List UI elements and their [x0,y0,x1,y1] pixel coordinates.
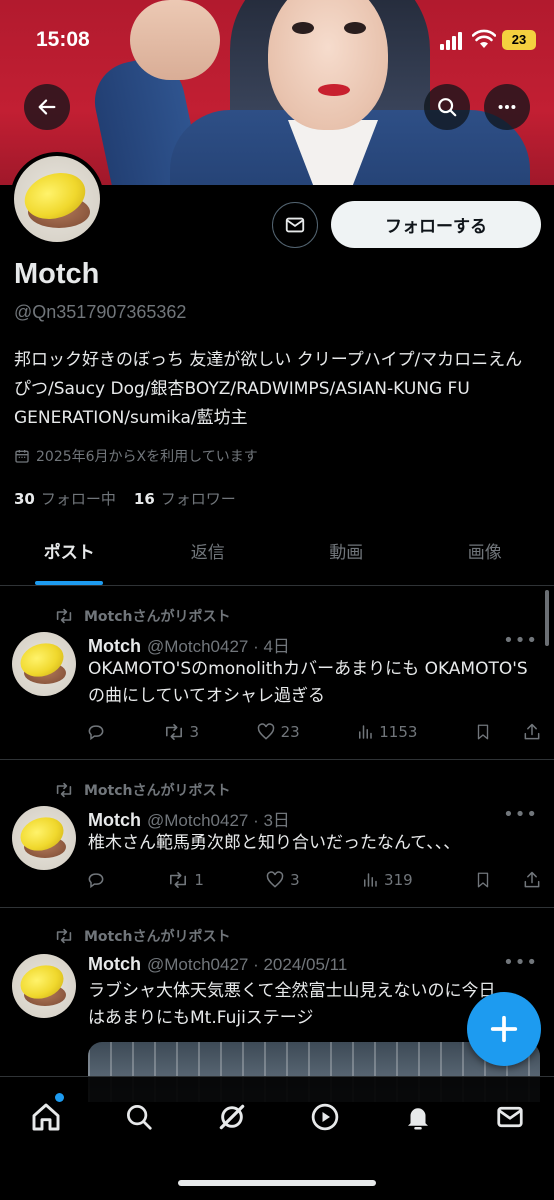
followers-link[interactable]: 16 フォロワー [134,488,236,509]
like-count: 23 [280,723,300,741]
nav-messages[interactable] [490,1097,530,1137]
tab-videos[interactable]: 動画 [277,526,416,585]
reply-button[interactable] [86,722,106,742]
profile-display-name: Motch [14,258,100,290]
home-icon [32,1103,60,1131]
profile-avatar[interactable] [10,152,104,246]
nav-home[interactable] [26,1097,66,1137]
profile-tabs: ポスト 返信 動画 画像 [0,526,554,586]
envelope-icon [497,1106,523,1128]
post-meta: @Motch0427 · 4日 [147,637,290,656]
heart-icon [257,723,274,740]
tab-images[interactable]: 画像 [416,526,554,585]
post-author-name[interactable]: Motch [88,810,141,831]
view-count: 1153 [379,723,418,741]
joined-text: 2025年6月からXを利用しています [36,449,258,465]
repost-icon [56,782,72,798]
battery-indicator: 23 [502,30,536,50]
like-button[interactable]: 23 [256,722,300,742]
repost-icon [56,608,72,624]
joined-date: 2025年6月からXを利用しています [14,446,258,466]
post-more-button[interactable]: ••• [503,804,538,825]
repost-icon [170,871,187,889]
bookmark-icon[interactable] [474,870,492,890]
repost-button[interactable]: 3 [163,723,200,741]
like-count: 3 [290,871,300,889]
status-bar: 15:08 23 [0,0,554,80]
post-header: Motch @Motch0427 · 3日 [88,806,290,831]
nav-search[interactable] [119,1097,159,1137]
share-icon[interactable] [522,870,542,890]
tab-posts[interactable]: ポスト [0,526,139,585]
arrow-left-icon [38,99,56,115]
avatar[interactable] [12,806,76,870]
avatar[interactable] [12,632,76,696]
following-link[interactable]: 30 フォロー中 [14,488,116,509]
tab-replies[interactable]: 返信 [139,526,278,585]
post-text: 椎木さん範馬勇次郎と知り合いだったなんて、、、 [88,833,461,853]
status-time: 15:08 [36,28,90,51]
compose-button[interactable] [467,992,541,1066]
repost-count: 3 [189,723,200,741]
post-item[interactable]: Motchさんがリポスト Motch @Motch0427 · 3日 ••• 椎… [0,760,554,908]
post-actions: 1 3 319 [86,870,542,890]
bar-chart-icon [359,725,372,739]
repost-button[interactable]: 1 [167,871,204,889]
post-more-button[interactable]: ••• [503,952,538,973]
reply-button[interactable] [86,870,106,890]
home-indicator [178,1180,376,1186]
profile-bio: 邦ロック好きのぼっち 友達が欲しい クリープハイプ/マカロニえんぴつ/Saucy… [14,350,523,428]
post-meta: @Motch0427 · 3日 [147,811,290,830]
post-header: Motch @Motch0427 · 4日 [88,632,290,657]
post-text: ラブシャ大体天気悪くて全然富士山見えないのに今日はあまりにもMt.Fujiステー… [88,981,496,1028]
post-actions: 3 23 1153 [86,722,542,742]
reply-icon [88,725,104,741]
views-button[interactable]: 319 [361,871,413,889]
post-meta: @Motch0427 · 2024/05/11 [147,955,348,974]
play-icon [311,1103,339,1131]
post-more-button[interactable]: ••• [503,630,538,651]
envelope-icon [285,217,305,233]
post-item[interactable]: Motchさんがリポスト Motch @Motch0427 · 4日 ••• O… [0,586,554,760]
search-icon [438,98,457,117]
profile-handle: @Qn3517907365362 [14,302,187,322]
bookmark-icon[interactable] [474,722,492,742]
like-button[interactable]: 3 [265,870,300,890]
nav-notifications[interactable] [398,1097,438,1137]
nav-video[interactable] [305,1097,345,1137]
plus-icon [490,1015,518,1043]
view-count: 319 [384,871,413,889]
follow-counts: 30 フォロー中 16 フォロワー [14,488,236,509]
post-header: Motch @Motch0427 · 2024/05/11 [88,954,347,975]
heart-icon [266,871,284,888]
post-text: OKAMOTO'Sのmonolithカバーあまりにも OKAMOTO'Sの曲にし… [88,659,528,706]
search-icon [127,1105,152,1130]
message-button[interactable] [272,202,318,248]
signal-icon [440,32,466,50]
grok-icon [219,1104,245,1130]
repost-icon [56,928,72,944]
share-icon[interactable] [522,722,542,742]
bar-chart-icon [364,873,377,887]
wifi-icon [472,29,496,48]
bell-icon [408,1108,428,1130]
nav-grok[interactable] [212,1097,252,1137]
search-button[interactable] [424,84,470,130]
repost-indicator: Motchさんがリポスト [54,780,231,800]
repost-indicator: Motchさんがリポスト [54,926,231,946]
more-horizontal-icon [498,104,516,110]
notification-dot [55,1093,64,1102]
views-button[interactable]: 1153 [356,723,417,741]
back-button[interactable] [24,84,70,130]
more-options-button[interactable] [484,84,530,130]
reply-icon [88,873,104,889]
avatar[interactable] [12,954,76,1018]
follow-button[interactable]: フォローする [331,201,541,248]
repost-icon [165,723,182,741]
post-author-name[interactable]: Motch [88,636,141,657]
repost-count: 1 [194,871,204,889]
repost-indicator: Motchさんがリポスト [54,606,231,626]
post-author-name[interactable]: Motch [88,954,141,975]
calendar-icon [15,450,29,463]
